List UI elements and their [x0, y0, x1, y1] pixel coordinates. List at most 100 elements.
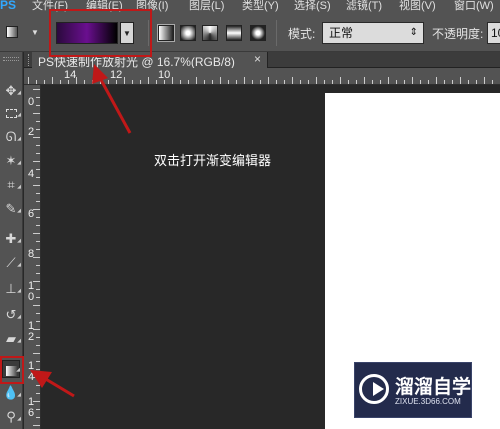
ruler-tick — [220, 77, 221, 84]
healing-brush-icon[interactable]: ✚ ◢ — [2, 230, 21, 248]
ruler-tick — [36, 97, 40, 98]
ruler-tick — [156, 80, 157, 84]
menu-view[interactable]: 视图(V) — [399, 0, 436, 12]
ruler-tick — [33, 257, 40, 258]
ruler-tick — [100, 77, 101, 84]
ruler-tick — [164, 80, 165, 84]
ruler-label: 1 0 — [28, 280, 35, 303]
ruler-label: 6 — [28, 208, 35, 220]
menu-window[interactable]: 窗口(W) — [454, 0, 494, 12]
eraser-icon[interactable]: ▰ ◢ — [2, 330, 21, 348]
ruler-tick — [324, 80, 325, 84]
ruler-tick — [36, 129, 40, 130]
ruler-tick — [36, 225, 40, 226]
horizontal-ruler[interactable]: 14 12 10 — [24, 68, 500, 85]
ruler-tick — [196, 77, 197, 84]
move-icon[interactable]: ✥ ◢ — [2, 82, 21, 100]
ruler-tick — [36, 409, 40, 410]
blend-mode-select[interactable]: 正常 ⇕ — [322, 22, 424, 44]
ruler-tick — [364, 77, 365, 84]
ruler-tick — [33, 281, 40, 282]
ruler-tick — [76, 77, 77, 84]
watermark-badge: 溜溜自学 ZIXUE.3D66.COM — [354, 362, 472, 418]
reflected-gradient-icon[interactable] — [226, 25, 242, 41]
ruler-tick — [388, 77, 389, 84]
crop-icon[interactable]: ⌗ ◢ — [2, 176, 21, 194]
reverse-checkbox[interactable] — [487, 32, 500, 44]
ruler-tick — [348, 80, 349, 84]
ruler-tick — [444, 80, 445, 84]
brush-icon[interactable]: ⟋ ◢ — [2, 254, 21, 272]
ruler-tick — [252, 80, 253, 84]
ruler-tick — [452, 80, 453, 84]
ruler-tick — [212, 80, 213, 84]
ruler-tick — [60, 80, 61, 84]
ruler-tick — [356, 80, 357, 84]
ruler-tick — [36, 201, 40, 202]
ruler-tick — [28, 77, 29, 84]
angle-gradient-icon[interactable] — [202, 25, 218, 41]
close-icon[interactable]: × — [254, 52, 261, 66]
menu-type[interactable]: 类型(Y) — [242, 0, 279, 12]
ruler-tick — [44, 80, 45, 84]
ruler-tick — [68, 80, 69, 84]
ruler-tick — [36, 177, 40, 178]
ruler-tick — [404, 80, 405, 84]
ruler-tick — [36, 321, 40, 322]
menu-layer[interactable]: 图层(L) — [189, 0, 224, 12]
eyedropper-icon[interactable]: ✎ ◢ — [2, 200, 21, 218]
ruler-tick — [33, 233, 40, 234]
linear-gradient-icon[interactable] — [157, 24, 175, 42]
ruler-label: 14 — [64, 69, 77, 81]
ruler-tick — [140, 80, 141, 84]
ruler-tick — [36, 249, 40, 250]
menu-select[interactable]: 选择(S) — [294, 0, 331, 12]
vertical-ruler[interactable]: 0 2 4 6 8 1 0 1 2 1 4 1 6 — [24, 85, 41, 429]
ruler-tick — [36, 289, 40, 290]
panel-grip[interactable] — [3, 57, 19, 61]
magic-wand-icon[interactable]: ✶ ◢ — [2, 152, 21, 170]
ruler-tick — [33, 401, 40, 402]
tool-preset-icon[interactable] — [6, 26, 18, 38]
chevron-down-icon[interactable]: ▼ — [31, 28, 39, 37]
ruler-tick — [36, 121, 40, 122]
clone-stamp-icon[interactable]: ⊥ ◢ — [2, 280, 21, 298]
ruler-tick — [33, 113, 40, 114]
annotation-highlight-tool — [0, 356, 24, 384]
marquee-icon[interactable]: ◢ — [2, 104, 21, 122]
play-logo-icon — [359, 374, 389, 404]
ruler-tick — [484, 77, 485, 84]
ruler-tick — [292, 77, 293, 84]
ruler-tick — [332, 80, 333, 84]
ruler-tick — [36, 169, 40, 170]
ruler-tick — [316, 77, 317, 84]
ruler-label: 8 — [28, 248, 35, 260]
ruler-tick — [284, 80, 285, 84]
ruler-tick — [36, 313, 40, 314]
ruler-tick — [36, 105, 40, 106]
ruler-tick — [180, 80, 181, 84]
ruler-tick — [204, 80, 205, 84]
watermark-title: 溜溜自学 — [395, 377, 472, 398]
ruler-tick — [33, 425, 40, 426]
lasso-icon[interactable]: ᘏ ◢ — [2, 128, 21, 146]
blend-mode-value: 正常 — [329, 26, 354, 40]
ruler-tick — [33, 353, 40, 354]
history-brush-icon[interactable]: ↺ ◢ — [2, 306, 21, 324]
ruler-tick — [92, 80, 93, 84]
ruler-tick — [36, 417, 40, 418]
ruler-tick — [33, 137, 40, 138]
menu-filter[interactable]: 滤镜(T) — [346, 0, 382, 12]
ruler-tick — [33, 89, 40, 90]
dodge-icon[interactable]: ⚲ ◢ — [2, 408, 21, 426]
ruler-tick — [33, 377, 40, 378]
radial-gradient-icon[interactable] — [180, 25, 196, 41]
ruler-label: 1 4 — [28, 360, 35, 383]
diamond-gradient-icon[interactable] — [250, 25, 266, 41]
ruler-tick — [36, 345, 40, 346]
ruler-tick — [340, 77, 341, 84]
ruler-label: 4 — [28, 168, 35, 180]
ruler-tick — [412, 77, 413, 84]
updown-caret-icon: ⇕ — [409, 27, 418, 38]
blur-icon[interactable]: 💧 ◢ — [2, 384, 21, 402]
